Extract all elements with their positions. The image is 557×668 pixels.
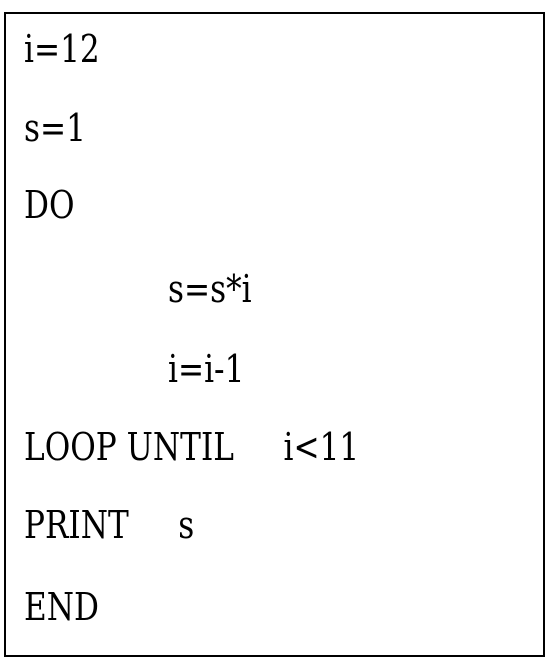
code-line: s=1 (24, 106, 86, 150)
code-line: END (24, 585, 100, 629)
code-block: i=12 s=1 DO s=s*i i=i-1 LOOP UNTIL i<11 … (4, 12, 545, 657)
code-line: s=s*i (168, 267, 252, 311)
code-line: i=i-1 (168, 347, 245, 391)
code-line: i=12 (24, 27, 100, 71)
code-line: PRINT s (24, 503, 195, 547)
code-line: DO (24, 183, 75, 227)
code-line: LOOP UNTIL i<11 (24, 425, 360, 469)
